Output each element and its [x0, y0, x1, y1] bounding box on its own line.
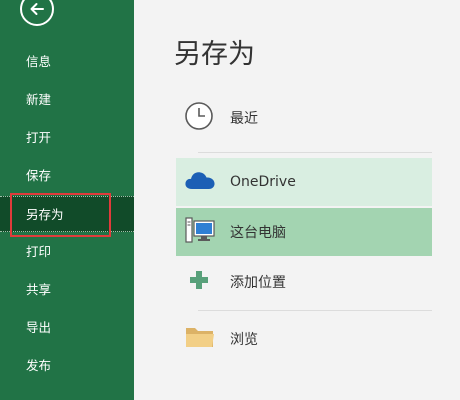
location-browse-label: 浏览: [230, 332, 258, 348]
backstage-nav: 信息 新建 打开 保存 另存为 打印 共享 导出 发布: [0, 0, 134, 400]
nav-item-share[interactable]: 共享: [0, 272, 134, 308]
location-add-place[interactable]: 添加位置: [176, 258, 432, 306]
location-onedrive[interactable]: OneDrive: [176, 158, 432, 206]
cloud-icon: [184, 169, 216, 195]
clock-icon: [184, 101, 214, 135]
divider: [198, 152, 432, 153]
nav-item-export[interactable]: 导出: [0, 310, 134, 346]
nav-item-info[interactable]: 信息: [0, 44, 134, 80]
plus-icon: [184, 265, 214, 299]
location-add-place-label: 添加位置: [230, 275, 286, 291]
nav-item-save-as[interactable]: 另存为: [0, 196, 134, 232]
main-content: 另存为 最近 OneDrive 这台电脑 添加位置 浏览: [134, 0, 460, 400]
divider: [198, 310, 432, 311]
location-this-pc[interactable]: 这台电脑: [176, 208, 432, 256]
nav-item-print[interactable]: 打印: [0, 234, 134, 270]
nav-item-publish[interactable]: 发布: [0, 348, 134, 384]
nav-item-new[interactable]: 新建: [0, 82, 134, 118]
location-browse[interactable]: 浏览: [176, 315, 432, 363]
location-onedrive-label: OneDrive: [230, 174, 296, 190]
nav-item-save[interactable]: 保存: [0, 158, 134, 194]
location-recent-label: 最近: [230, 111, 258, 127]
location-this-pc-label: 这台电脑: [230, 225, 286, 241]
computer-icon: [184, 216, 216, 248]
location-recent[interactable]: 最近: [176, 94, 432, 142]
nav-item-open[interactable]: 打开: [0, 120, 134, 156]
folder-icon: [184, 324, 216, 354]
page-title: 另存为: [174, 39, 255, 70]
back-arrow-icon: [30, 3, 44, 15]
back-button[interactable]: [20, 0, 54, 26]
